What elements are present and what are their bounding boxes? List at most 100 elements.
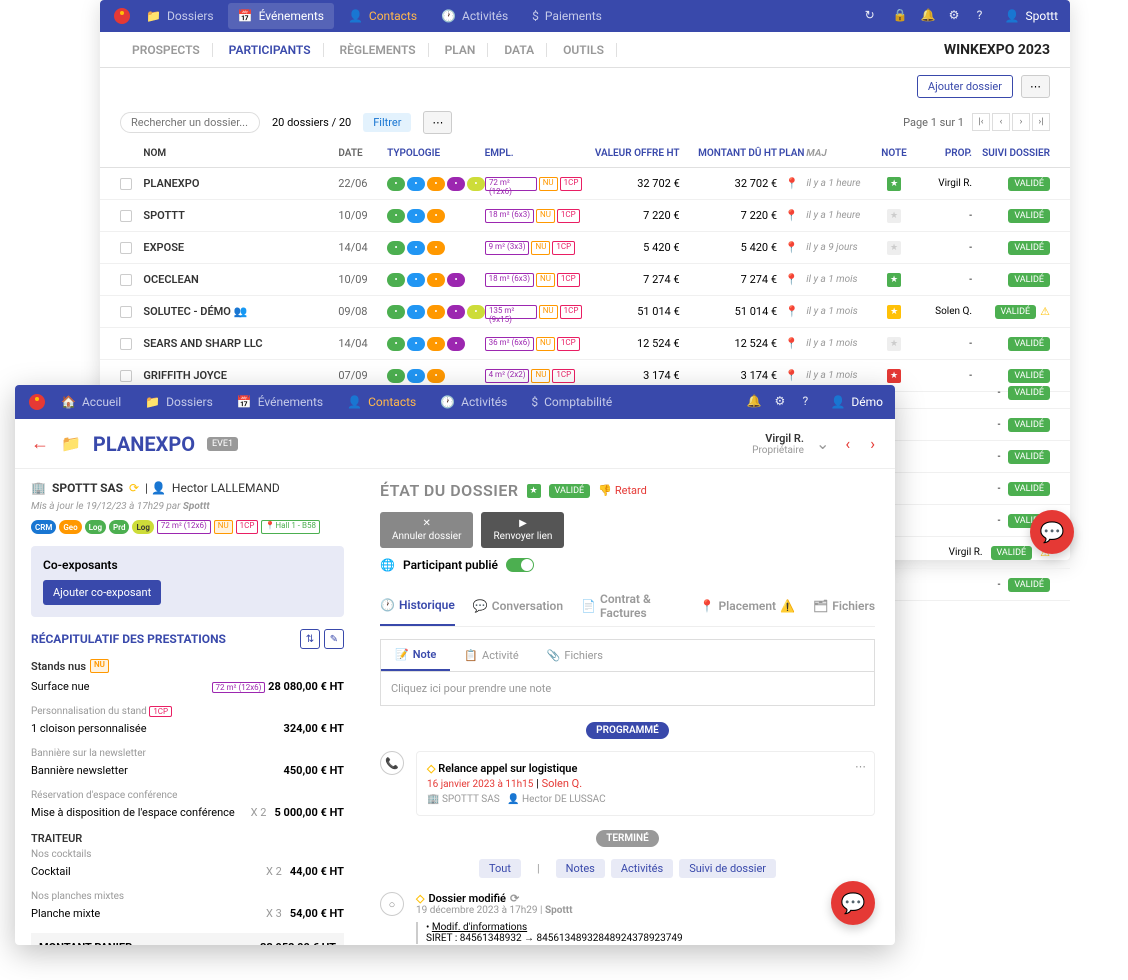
subnav-plan[interactable]: PLAN <box>433 43 489 57</box>
back-arrow[interactable]: ← <box>31 433 49 454</box>
lock-icon[interactable]: 🔒 <box>893 8 909 24</box>
page-indicator: Page 1 sur 1 <box>903 116 964 129</box>
tab-placement[interactable]: 📍 Placement ⚠️ <box>700 586 796 626</box>
nav-compta[interactable]: $ Comptabilité <box>521 389 622 415</box>
col-suivi[interactable]: SUIVI DOSSIER <box>972 148 1050 159</box>
user-menu[interactable]: 👤 Spottt <box>1005 9 1058 23</box>
row-checkbox[interactable] <box>120 306 132 318</box>
edit-icon[interactable]: ✎ <box>324 629 344 649</box>
etat-title: ÉTAT DU DOSSIER <box>380 481 519 500</box>
owner-info[interactable]: Virgil R. Propriétaire <box>752 432 804 456</box>
pager-last[interactable]: ›| <box>1032 113 1050 131</box>
table-row[interactable]: OCECLEAN 10/09 •••• 18 m² (6x3) NU 1CP 7… <box>100 264 1070 296</box>
prev-dossier[interactable]: ‹ <box>841 434 854 453</box>
annuler-button[interactable]: ✕Annuler dossier <box>380 512 473 548</box>
col-valeur[interactable]: VALEUR OFFRE HT <box>582 148 679 159</box>
pager-first[interactable]: |‹ <box>972 113 990 131</box>
toolbar: Ajouter dossier ⋯ <box>100 68 1070 104</box>
nav-accueil[interactable]: 🏠 Accueil <box>51 389 131 415</box>
add-coexposant-button[interactable]: Ajouter co-exposant <box>43 580 161 605</box>
subnav-data[interactable]: DATA <box>492 43 547 57</box>
col-nom[interactable]: NOM <box>143 148 338 159</box>
col-montant[interactable]: MONTANT DÛ HT <box>680 148 777 159</box>
row-checkbox[interactable] <box>120 242 132 254</box>
fchip-tout[interactable]: Tout <box>479 859 521 878</box>
col-date[interactable]: DATE <box>338 148 387 159</box>
row-checkbox[interactable] <box>120 178 132 190</box>
bell-icon-front[interactable]: 🔔 <box>746 394 762 410</box>
table-row[interactable]: SOLUTEC - DÉMO 👥 09/08 ••••• 135 m² (9x1… <box>100 296 1070 328</box>
subnav-reglements[interactable]: RÈGLEMENTS <box>328 43 429 57</box>
fchip-suivi[interactable]: Suivi de dossier <box>679 859 776 878</box>
col-maj[interactable]: MAJ <box>806 148 874 159</box>
refresh-icon[interactable]: ↻ <box>865 8 881 24</box>
nav-dossiers[interactable]: 📁 Dossiers <box>136 3 224 29</box>
chat-fab-back[interactable]: 💬 <box>1030 510 1074 554</box>
row-checkbox[interactable] <box>120 210 132 222</box>
globe-icon: 🌐 <box>380 558 395 572</box>
filter-button[interactable]: Filtrer <box>363 113 411 132</box>
subnav-participants[interactable]: PARTICIPANTS <box>217 43 324 57</box>
nav-evenements[interactable]: 📅 Événements <box>228 3 334 29</box>
tab-historique[interactable]: 🕐 Historique <box>380 586 455 626</box>
col-plan[interactable]: PLAN <box>777 148 806 159</box>
renvoyer-button[interactable]: ▶Renvoyer lien <box>481 512 564 548</box>
col-empl[interactable]: EMPL. <box>485 148 582 159</box>
row-checkbox[interactable] <box>120 338 132 350</box>
table-row[interactable]: PLANEXPO 22/06 ••••• 72 m² (12x6) NU 1CP… <box>100 168 1070 200</box>
nav-dossiers-front[interactable]: 📁 Dossiers <box>135 389 223 415</box>
nav-evenements-front[interactable]: 📅 Événements <box>227 389 333 415</box>
app-logo[interactable] <box>112 6 132 26</box>
gear-icon-front[interactable]: ⚙ <box>774 394 790 410</box>
tab-conversation[interactable]: 💬 Conversation <box>473 586 563 626</box>
help-icon[interactable]: ? <box>977 8 993 24</box>
table-row-partial[interactable]: -VALIDÉ <box>895 569 1070 601</box>
table-row[interactable]: SPOTTT 10/09 ••• 18 m² (6x3) NU 1CP 7 22… <box>100 200 1070 232</box>
search-input[interactable] <box>120 112 260 133</box>
table-row-partial[interactable]: -VALIDÉ <box>895 377 1070 409</box>
note-input[interactable]: Cliquez ici pour prendre une note <box>380 671 875 706</box>
table-row-partial[interactable]: -VALIDÉ <box>895 473 1070 505</box>
gear-icon[interactable]: ⚙ <box>949 8 965 24</box>
chat-fab-front[interactable]: 💬 <box>831 881 875 925</box>
col-prop[interactable]: PROP. <box>914 148 972 159</box>
timeline-more[interactable]: ⋯ <box>855 760 866 773</box>
add-dossier-button[interactable]: Ajouter dossier <box>917 75 1013 98</box>
table-row-partial[interactable]: -VALIDÉ <box>895 441 1070 473</box>
table-row-partial[interactable]: -VALIDÉ <box>895 409 1070 441</box>
row-checkbox[interactable] <box>120 370 132 382</box>
nav-contacts[interactable]: 👤 Contacts <box>338 3 427 29</box>
owner-dropdown-icon[interactable]: ⌄ <box>816 434 829 453</box>
publie-toggle[interactable] <box>506 558 534 572</box>
filter-more-button[interactable]: ⋯ <box>423 111 452 134</box>
more-button[interactable]: ⋯ <box>1021 75 1050 98</box>
tag-hall: 📍Hall 1 - B58 <box>261 520 320 534</box>
tab-contrat[interactable]: 📄 Contrat & Factures <box>581 586 681 626</box>
subnav-outils[interactable]: OUTILS <box>551 43 617 57</box>
notetab-activite[interactable]: 📋 Activité <box>450 640 532 671</box>
notetab-note[interactable]: 📝 Note <box>381 640 450 671</box>
tag-crm: CRM <box>31 520 56 534</box>
subnav-prospects[interactable]: PROSPECTS <box>120 43 213 57</box>
col-typologie[interactable]: TYPOLOGIE <box>387 148 484 159</box>
user-menu-front[interactable]: 👤 Démo <box>830 395 883 409</box>
nav-contacts-front[interactable]: 👤 Contacts <box>337 389 426 415</box>
col-note[interactable]: NOTE <box>875 148 914 159</box>
pager-next[interactable]: › <box>1012 113 1030 131</box>
app-logo-front[interactable] <box>27 392 47 412</box>
notetab-fichiers[interactable]: 📎 Fichiers <box>533 640 617 671</box>
pager-prev[interactable]: ‹ <box>992 113 1010 131</box>
table-row[interactable]: EXPOSE 14/04 ••• 9 m² (3x3) NU 1CP 5 420… <box>100 232 1070 264</box>
next-dossier[interactable]: › <box>866 434 879 453</box>
bell-icon[interactable]: 🔔 <box>921 8 937 24</box>
collapse-icon[interactable]: ⇅ <box>300 629 320 649</box>
tab-fichiers[interactable]: 🗂 Fichiers <box>813 586 875 626</box>
table-row[interactable]: SEARS AND SHARP LLC 14/04 •••• 36 m² (6x… <box>100 328 1070 360</box>
help-icon-front[interactable]: ? <box>802 394 818 410</box>
nav-activites[interactable]: 🕐 Activités <box>431 3 518 29</box>
nav-activites-front[interactable]: 🕐 Activités <box>430 389 517 415</box>
fchip-notes[interactable]: Notes <box>556 859 605 878</box>
nav-paiements[interactable]: $ Paiements <box>522 3 612 29</box>
row-checkbox[interactable] <box>120 274 132 286</box>
fchip-activites[interactable]: Activités <box>611 859 673 878</box>
